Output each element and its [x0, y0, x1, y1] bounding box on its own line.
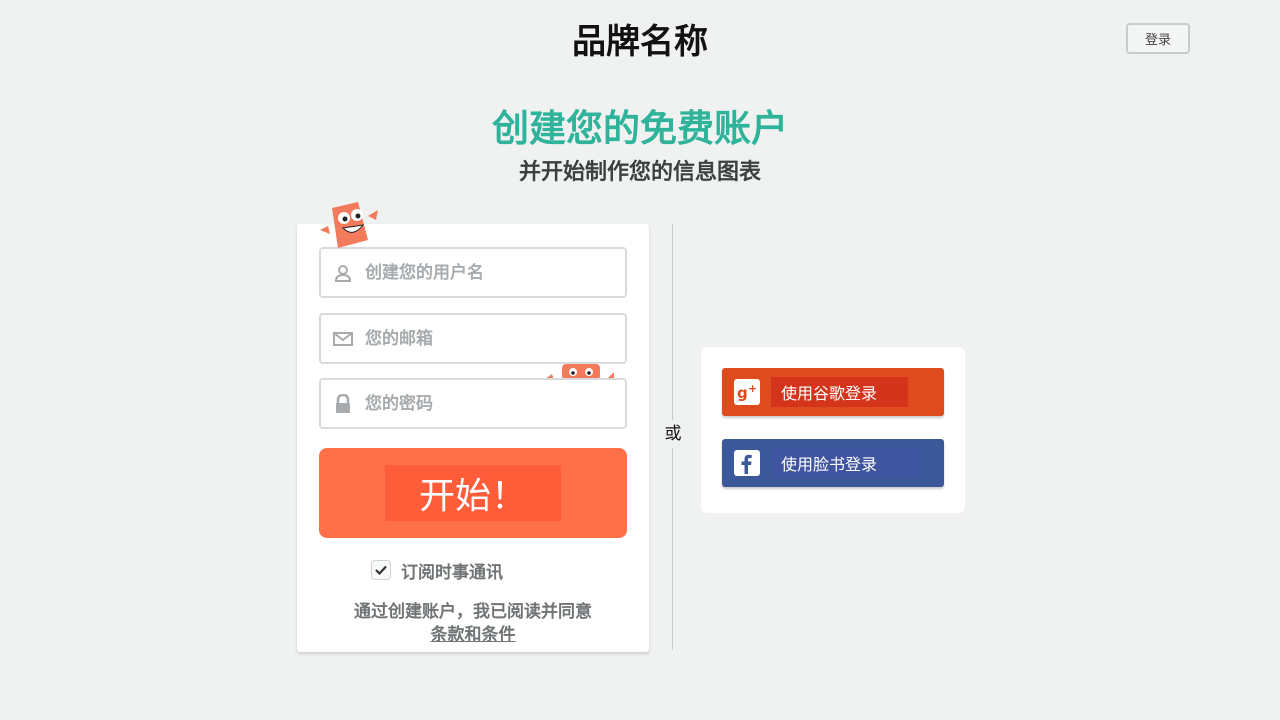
terms-text: 通过创建账户，我已阅读并同意: [354, 602, 592, 622]
facebook-icon: [734, 450, 760, 476]
svg-text:g: g: [737, 384, 748, 402]
username-field[interactable]: [319, 247, 627, 298]
brand-title: 品牌名称: [572, 22, 708, 62]
newsletter-label: 订阅时事通讯: [401, 562, 503, 583]
or-label: 或: [658, 420, 688, 448]
username-input[interactable]: [365, 262, 615, 283]
google-plus-icon: g +: [734, 379, 760, 405]
lock-icon: [321, 380, 365, 427]
terms-link[interactable]: 条款和条件: [431, 625, 516, 645]
facebook-login-label: 使用脸书登录: [771, 448, 921, 478]
password-field[interactable]: [319, 378, 627, 429]
page-subtitle: 并开始制作您的信息图表: [518, 160, 761, 185]
terms-link-row: 条款和条件: [297, 620, 649, 645]
mail-icon: [321, 315, 365, 362]
login-button[interactable]: 登录: [1126, 23, 1190, 54]
email-input[interactable]: [365, 328, 615, 349]
newsletter-checkbox[interactable]: [371, 560, 391, 580]
start-button[interactable]: 开始！: [319, 448, 627, 538]
google-login-button[interactable]: g + 使用谷歌登录: [722, 368, 944, 416]
page-title: 创建您的免费账户: [492, 107, 788, 150]
user-icon: [321, 249, 365, 296]
mascot-icon: [320, 202, 378, 248]
start-button-label: 开始！: [385, 465, 561, 521]
svg-text:+: +: [748, 382, 757, 395]
newsletter-toggle[interactable]: 订阅时事通讯: [371, 558, 503, 583]
google-login-label: 使用谷歌登录: [771, 377, 908, 407]
facebook-login-button[interactable]: 使用脸书登录: [722, 439, 944, 487]
password-input[interactable]: [365, 393, 615, 414]
check-icon: [375, 565, 387, 575]
email-field[interactable]: [319, 313, 627, 364]
